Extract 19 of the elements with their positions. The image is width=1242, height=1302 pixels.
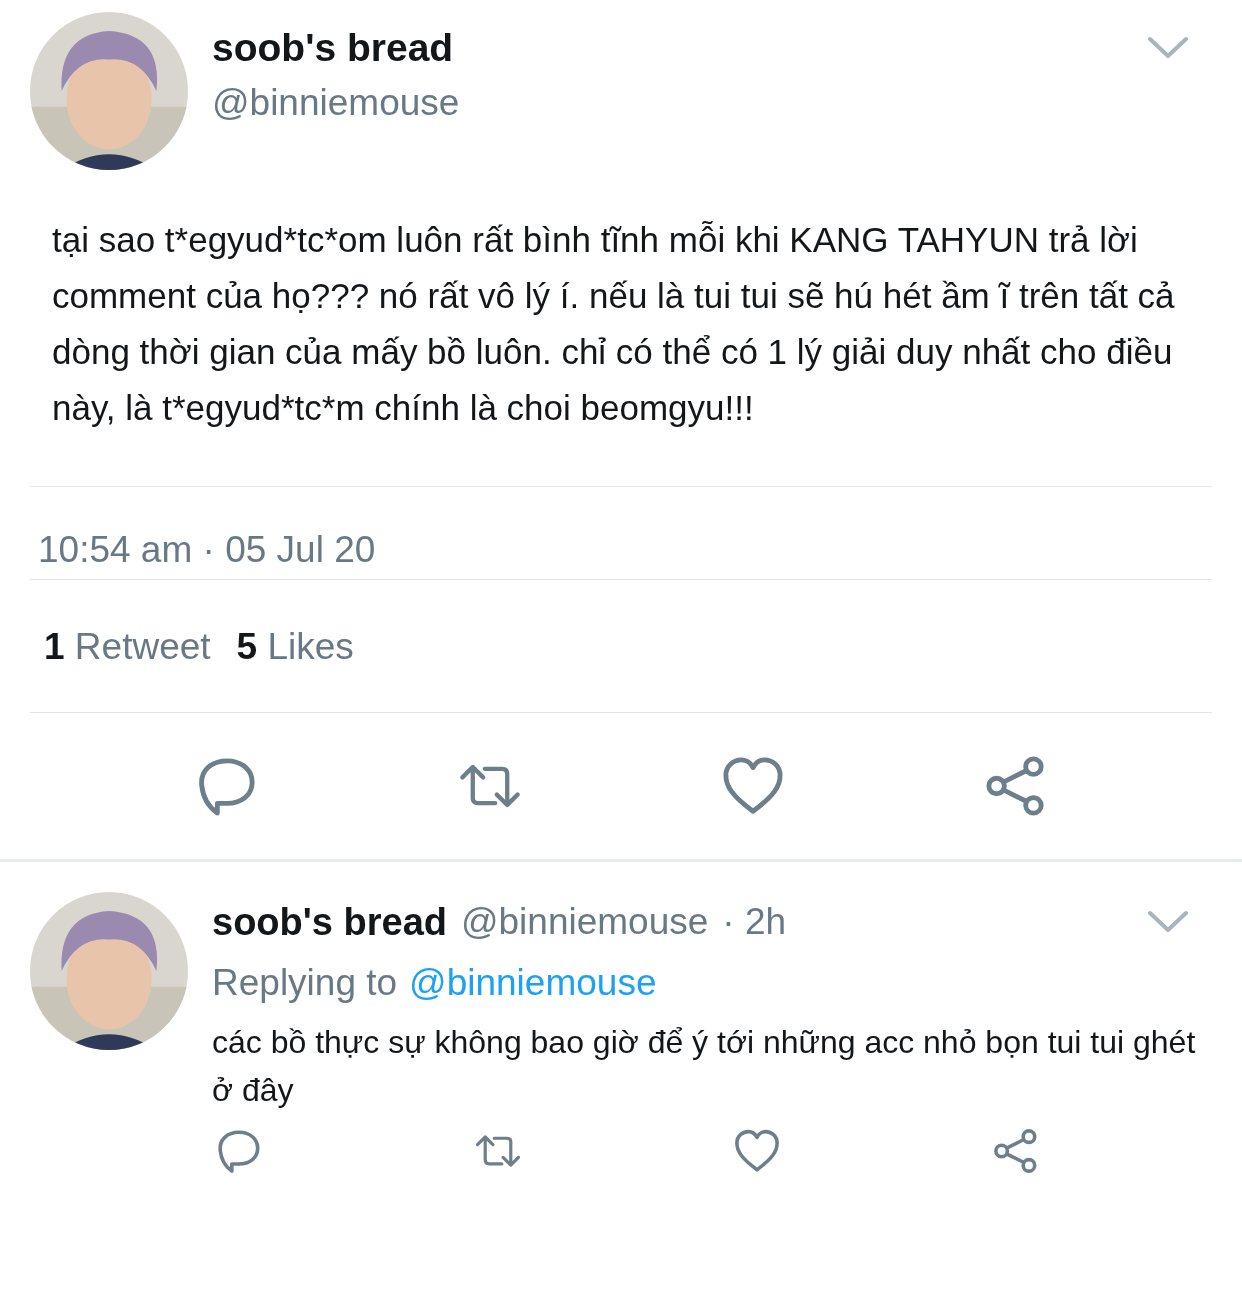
- reply-time: · 2h: [722, 901, 787, 943]
- heart-icon[interactable]: [734, 1128, 780, 1174]
- chevron-down-icon[interactable]: [1148, 910, 1188, 934]
- chevron-down-icon[interactable]: [1148, 36, 1188, 60]
- author-handle[interactable]: @binniemouse: [461, 901, 709, 943]
- reply-icon[interactable]: [216, 1128, 262, 1174]
- share-icon[interactable]: [993, 1128, 1039, 1174]
- share-icon[interactable]: [985, 755, 1047, 817]
- replying-to-label: Replying to: [212, 962, 398, 1004]
- author-name[interactable]: soob's bread: [212, 24, 1148, 72]
- author-handle[interactable]: @binniemouse: [212, 72, 1148, 134]
- reply-icon[interactable]: [196, 755, 258, 817]
- stat-count[interactable]: 1 Retweet: [44, 626, 211, 712]
- timestamp: 10:54 am · 05 Jul 20: [37, 528, 377, 572]
- reply-text: các bồ thực sự không bao giờ để ý tới những acc nhỏ bọn tui tui ghét ở đây: [212, 1023, 1197, 1110]
- author-name[interactable]: soob's bread: [212, 900, 447, 944]
- heart-icon[interactable]: [722, 755, 784, 817]
- tweet-text: tại sao t*egyud*tc*om luôn rất bình tĩnh mỗi khi KANG TAHYUN trả lời comment của họ??? nó rất vô lý í. nếu là tui tui sẽ hú hét ầm ĩ trên tất cả dòng thời gian của mấy bồ luôn. chỉ có thể có 1 lý giải duy nhất cho điều này, là t*egyud*tc*m chính là choi beomgyu!!!: [52, 219, 1176, 429]
- stat-count[interactable]: 5 Likes: [236, 626, 354, 712]
